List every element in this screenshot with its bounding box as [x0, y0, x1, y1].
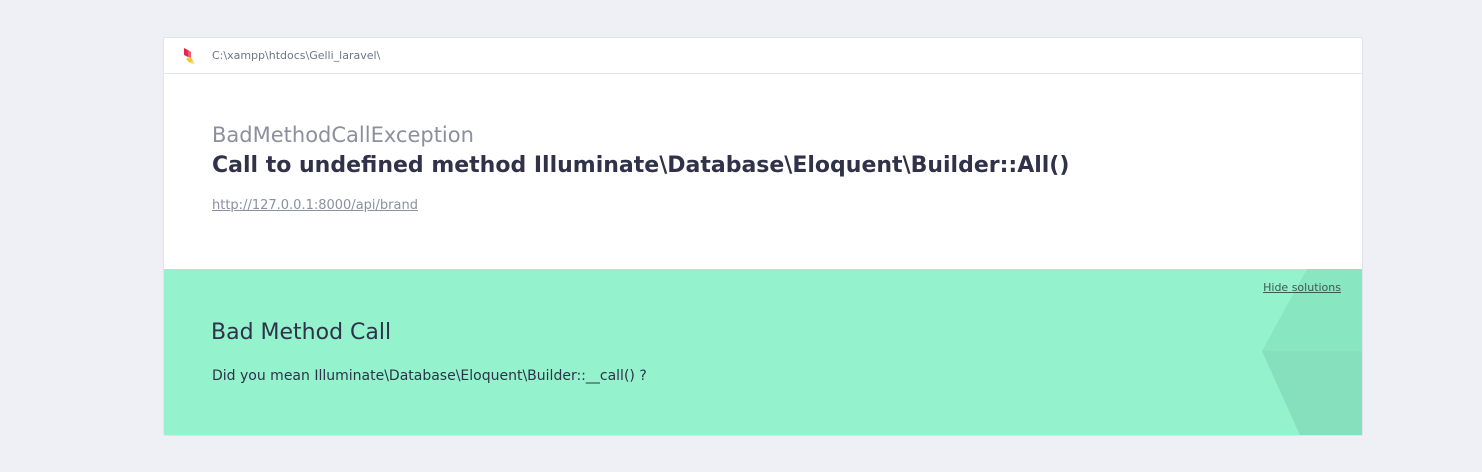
exception-class: BadMethodCallException	[212, 123, 474, 147]
solution-description: Did you mean Illuminate\Database\Eloquen…	[212, 368, 647, 384]
request-url-link[interactable]: http://127.0.0.1:8000/api/brand	[212, 198, 418, 213]
hide-solutions-link[interactable]: Hide solutions	[1263, 281, 1341, 294]
ignition-logo-icon	[181, 46, 197, 66]
error-card: C:\xampp\htdocs\Gelli_laravel\ BadMethod…	[163, 37, 1363, 436]
solution-title: Bad Method Call	[211, 320, 392, 345]
error-summary: BadMethodCallException Call to undefined…	[212, 122, 1069, 213]
exception-message: Call to undefined method Illuminate\Data…	[212, 153, 1070, 178]
solution-panel: Hide solutions Bad Method Call Did you m…	[164, 269, 1362, 435]
header-bar: C:\xampp\htdocs\Gelli_laravel\	[164, 38, 1362, 74]
project-path: C:\xampp\htdocs\Gelli_laravel\	[212, 49, 381, 62]
